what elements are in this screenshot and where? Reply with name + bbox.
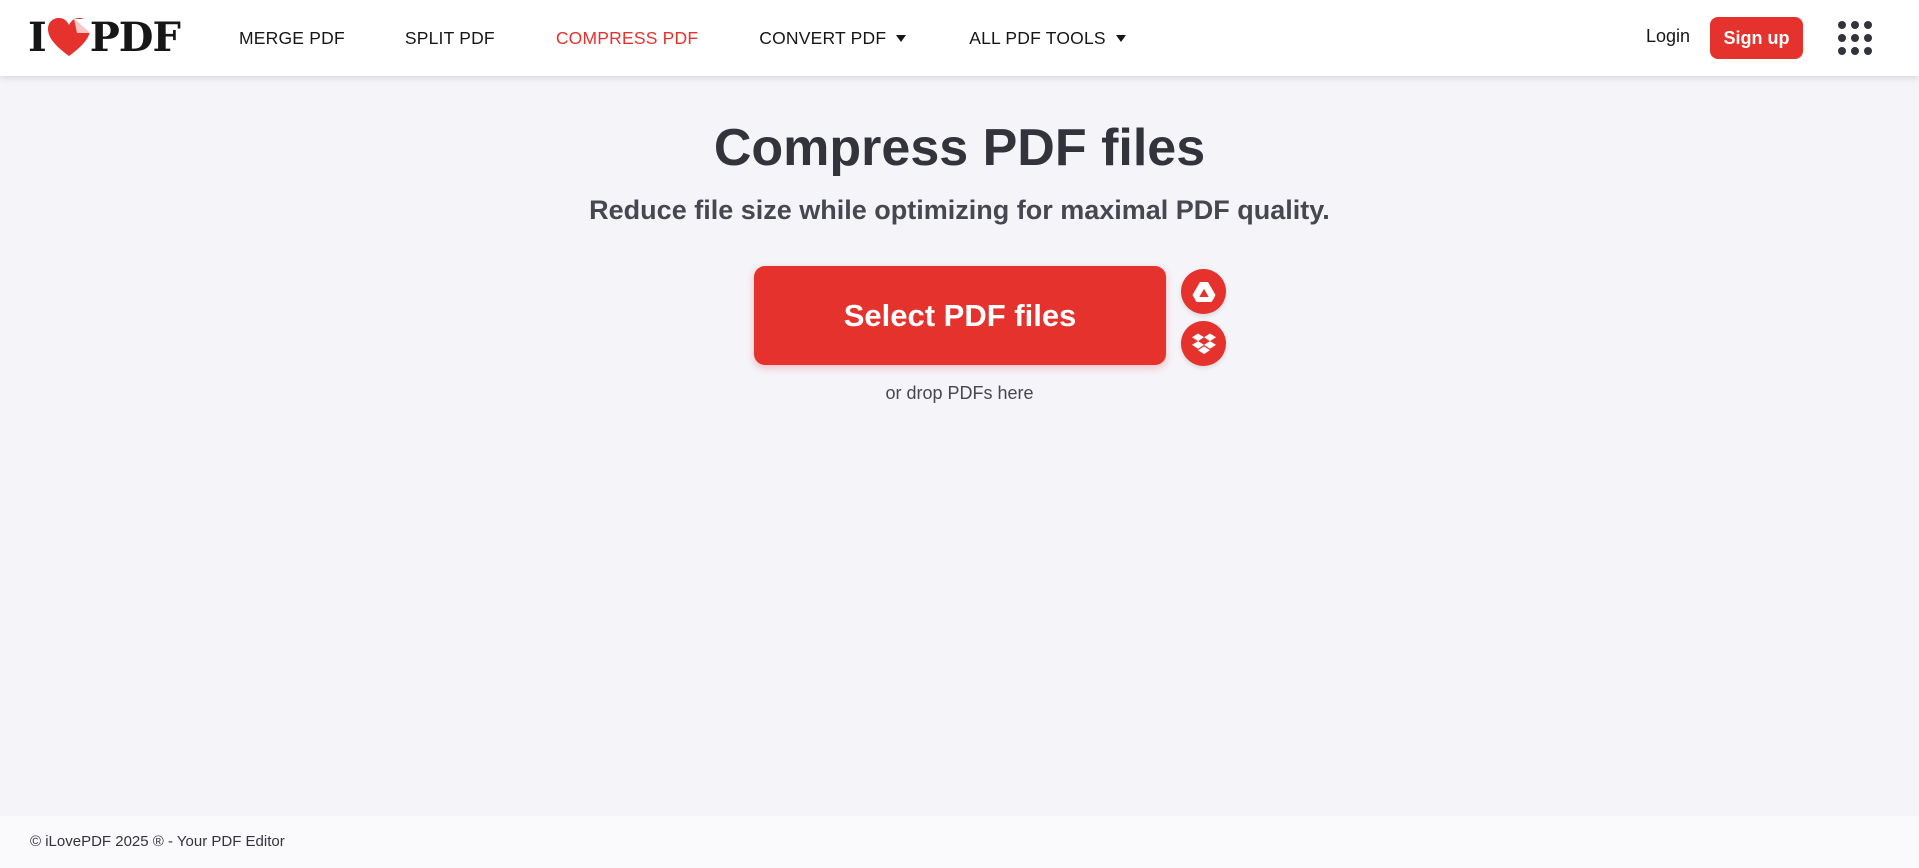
apps-dot bbox=[1864, 34, 1872, 42]
page-footer: © iLovePDF 2025 ® - Your PDF Editor bbox=[0, 816, 1919, 868]
nav-merge-pdf[interactable]: MERGE PDF bbox=[239, 28, 345, 49]
caret-down-icon bbox=[1115, 35, 1126, 42]
page-subtitle: Reduce file size while optimizing for ma… bbox=[589, 195, 1330, 225]
apps-dot bbox=[1838, 34, 1846, 42]
nav-all-pdf-tools[interactable]: ALL PDF TOOLS bbox=[969, 28, 1126, 49]
nav-split-pdf[interactable]: SPLIT PDF bbox=[405, 28, 495, 49]
apps-dot bbox=[1864, 47, 1872, 55]
drop-hint: or drop PDFs here bbox=[885, 383, 1034, 403]
main-nav: MERGE PDF SPLIT PDF COMPRESS PDF CONVERT… bbox=[239, 0, 1126, 76]
signup-button[interactable]: Sign up bbox=[1710, 17, 1803, 59]
select-pdf-files-button[interactable]: Select PDF files bbox=[754, 266, 1166, 365]
nav-split-pdf-label: SPLIT PDF bbox=[404, 27, 495, 48]
select-pdf-files-label: Select PDF files bbox=[843, 297, 1077, 333]
nav-compress-pdf[interactable]: COMPRESS PDF bbox=[556, 28, 698, 49]
signup-button-label: Sign up bbox=[1723, 27, 1790, 48]
apps-dot bbox=[1851, 34, 1859, 42]
ilovepdf-logo[interactable]: I PDF bbox=[28, 14, 181, 61]
apps-dot bbox=[1851, 47, 1859, 55]
apps-dot bbox=[1838, 47, 1846, 55]
footer-copyright: © iLovePDF 2025 ® - Your PDF Editor bbox=[30, 833, 285, 850]
nav-convert-pdf-label: CONVERT PDF bbox=[759, 27, 887, 48]
nav-convert-pdf[interactable]: CONVERT PDF bbox=[759, 27, 907, 49]
logo-prefix: I bbox=[28, 14, 47, 61]
nav-merge-pdf-label: MERGE PDF bbox=[239, 27, 345, 48]
login-link[interactable]: Login bbox=[1646, 26, 1690, 47]
dropbox-button[interactable] bbox=[1181, 321, 1226, 366]
google-drive-icon bbox=[1192, 281, 1215, 302]
logo-suffix: PDF bbox=[89, 14, 181, 61]
apps-dot bbox=[1838, 21, 1846, 29]
caret-down-icon bbox=[896, 35, 907, 42]
nav-compress-pdf-label: COMPRESS PDF bbox=[555, 27, 699, 48]
apps-dot bbox=[1864, 21, 1872, 29]
apps-dot bbox=[1851, 21, 1859, 29]
heart-icon bbox=[47, 18, 90, 56]
page-title: Compress PDF files bbox=[713, 119, 1206, 177]
apps-grid-icon[interactable] bbox=[1838, 21, 1872, 55]
nav-all-pdf-tools-label: ALL PDF TOOLS bbox=[969, 27, 1106, 48]
dropbox-icon bbox=[1191, 333, 1216, 354]
top-header: I PDF MERGE PDF SPLIT PDF COMPRESS PDF C… bbox=[0, 0, 1919, 76]
google-drive-button[interactable] bbox=[1181, 269, 1226, 314]
